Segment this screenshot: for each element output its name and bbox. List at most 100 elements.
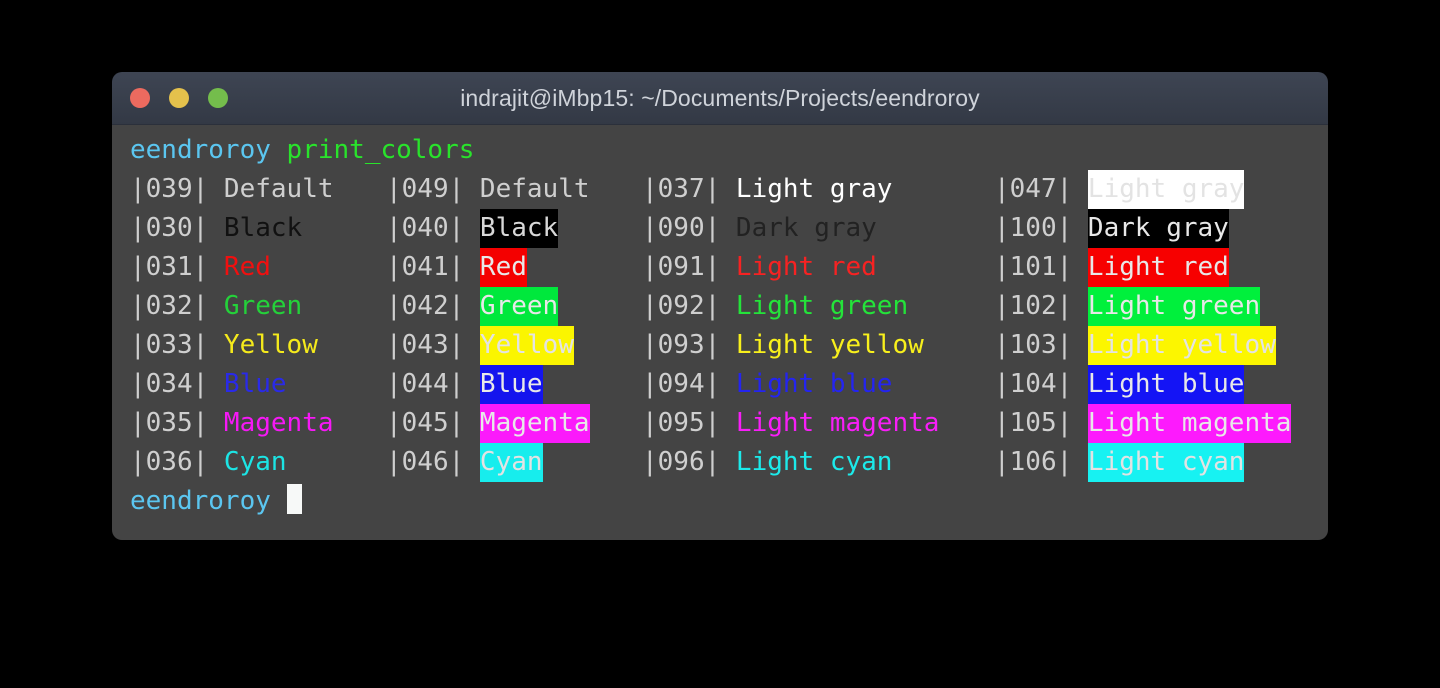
color-table: |039| Default |049| Default |037| Light gr… <box>112 170 1328 482</box>
color-code: |034| <box>130 369 224 399</box>
color-label: Light blue <box>1087 365 1245 404</box>
color-code: |096| <box>642 447 736 477</box>
color-code: |094| <box>642 369 736 399</box>
color-code: |106| <box>994 447 1088 477</box>
color-code: |105| <box>994 408 1088 438</box>
color-entry: |044| Blue <box>386 365 543 404</box>
color-code: |046| <box>386 447 480 477</box>
color-entry: |101| Light red <box>994 248 1229 287</box>
color-label: Dark gray <box>1087 209 1229 248</box>
color-code: |039| <box>130 174 224 204</box>
color-entry: |039| Default <box>130 170 334 209</box>
color-code: |093| <box>642 330 736 360</box>
color-code: |102| <box>994 291 1088 321</box>
color-entry: |105| Light magenta <box>994 404 1292 443</box>
color-entry: |042| Green <box>386 287 559 326</box>
window-controls[interactable] <box>130 72 228 124</box>
color-entry: |031| Red <box>130 248 271 287</box>
color-code: |030| <box>130 213 224 243</box>
color-entry: |030| Black <box>130 209 302 248</box>
color-entry: |045| Magenta <box>386 404 590 443</box>
color-entry: |041| Red <box>386 248 527 287</box>
color-label: Yellow <box>223 330 318 360</box>
color-code: |032| <box>130 291 224 321</box>
color-entry: |094| Light blue <box>642 365 892 404</box>
color-code: |033| <box>130 330 224 360</box>
color-label: Light red <box>1087 248 1229 287</box>
window-title: indrajit@iMbp15: ~/Documents/Projects/ee… <box>460 84 980 111</box>
color-code: |091| <box>642 252 736 282</box>
color-entry: |104| Light blue <box>994 365 1245 404</box>
color-label: Light magenta <box>735 408 940 438</box>
color-code: |036| <box>130 447 224 477</box>
color-code: |095| <box>642 408 736 438</box>
color-label: Magenta <box>479 404 590 443</box>
text-cursor <box>286 484 302 514</box>
table-row: |034| Blue |044| Blue |094| Light blue |104… <box>112 365 1328 404</box>
color-entry: |032| Green <box>130 287 302 326</box>
color-label: Black <box>223 213 303 243</box>
color-entry: |092| Light green <box>642 287 908 326</box>
close-button[interactable] <box>130 88 150 108</box>
color-code: |044| <box>386 369 480 399</box>
color-code: |035| <box>130 408 224 438</box>
color-label: Cyan <box>479 443 543 482</box>
color-entry: |033| Yellow <box>130 326 318 365</box>
color-code: |090| <box>642 213 736 243</box>
color-label: Light yellow <box>1087 326 1276 365</box>
color-entry: |106| Light cyan <box>994 443 1245 482</box>
table-row: |033| Yellow |043| Yellow |093| Light yell… <box>112 326 1328 365</box>
color-label: Light green <box>735 291 909 321</box>
color-label: Light red <box>735 252 877 282</box>
terminal-body[interactable]: eendroroy print_colors |039| Default |049… <box>112 125 1328 540</box>
color-label: Black <box>479 209 559 248</box>
color-label: Magenta <box>223 408 334 438</box>
minimize-button[interactable] <box>169 88 189 108</box>
color-entry: |047| Light gray <box>994 170 1245 209</box>
color-code: |040| <box>386 213 480 243</box>
color-code: |043| <box>386 330 480 360</box>
color-entry: |102| Light green <box>994 287 1261 326</box>
color-code: |100| <box>994 213 1088 243</box>
color-label: Light yellow <box>735 330 924 360</box>
prompt-command: print_colors <box>286 135 475 165</box>
color-label: Light cyan <box>735 447 893 477</box>
color-label: Dark gray <box>735 213 877 243</box>
color-label: Light magenta <box>1087 404 1292 443</box>
color-code: |047| <box>994 174 1088 204</box>
color-label: Yellow <box>479 326 574 365</box>
maximize-button[interactable] <box>208 88 228 108</box>
color-entry: |046| Cyan <box>386 443 543 482</box>
color-entry: |090| Dark gray <box>642 209 877 248</box>
window-title-bar[interactable]: indrajit@iMbp15: ~/Documents/Projects/ee… <box>112 72 1328 125</box>
terminal-window[interactable]: indrajit@iMbp15: ~/Documents/Projects/ee… <box>112 72 1328 540</box>
color-code: |103| <box>994 330 1088 360</box>
color-entry: |043| Yellow <box>386 326 574 365</box>
color-label: Light cyan <box>1087 443 1245 482</box>
table-row: |035| Magenta |045| Magenta |095| Light ma… <box>112 404 1328 443</box>
color-entry: |100| Dark gray <box>994 209 1229 248</box>
color-label: Red <box>223 252 271 282</box>
color-code: |045| <box>386 408 480 438</box>
color-code: |037| <box>642 174 736 204</box>
color-entry: |036| Cyan <box>130 443 287 482</box>
final-prompt-line[interactable]: eendroroy <box>112 482 1328 521</box>
color-label: Green <box>223 291 303 321</box>
color-code: |104| <box>994 369 1088 399</box>
color-label: Blue <box>223 369 287 399</box>
color-label: Blue <box>479 365 543 404</box>
color-code: |041| <box>386 252 480 282</box>
table-row: |030| Black |040| Black |090| Dark gray |10… <box>112 209 1328 248</box>
color-label: Default <box>479 174 590 204</box>
color-entry: |049| Default <box>386 170 590 209</box>
color-label: Red <box>479 248 527 287</box>
color-label: Default <box>223 174 334 204</box>
color-entry: |034| Blue <box>130 365 287 404</box>
table-row: |031| Red |041| Red |091| Light red |101| L… <box>112 248 1328 287</box>
color-label: Light green <box>1087 287 1261 326</box>
prompt-user: eendroroy <box>130 486 271 516</box>
color-entry: |040| Black <box>386 209 559 248</box>
color-entry: |035| Magenta <box>130 404 334 443</box>
table-row: |039| Default |049| Default |037| Light gr… <box>112 170 1328 209</box>
table-row: |036| Cyan |046| Cyan |096| Light cyan |106… <box>112 443 1328 482</box>
